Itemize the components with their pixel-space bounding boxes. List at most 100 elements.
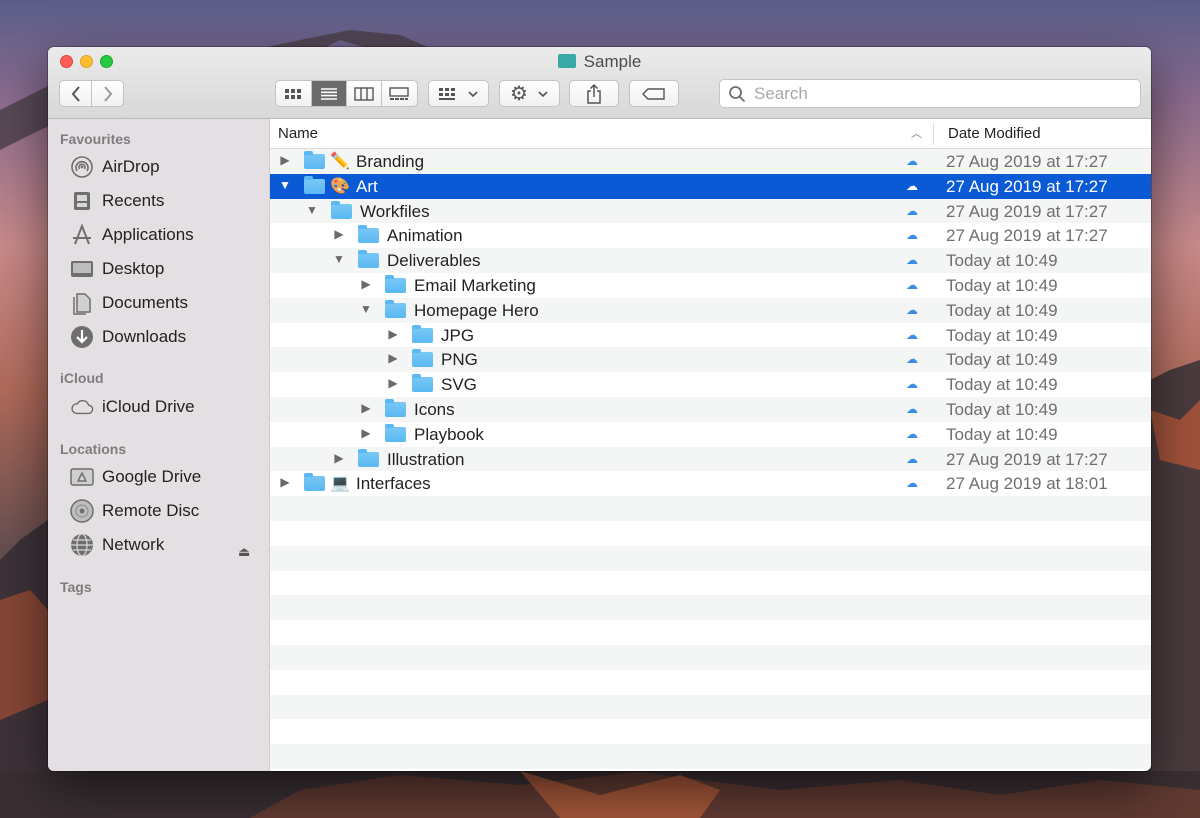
file-row[interactable]: ▶ Playbook ☁ Today at 10:49	[270, 421, 1151, 447]
date-modified: Today at 10:49	[946, 300, 1058, 320]
file-name: SVG	[441, 375, 477, 395]
sidebar-item-label: Network	[102, 535, 165, 554]
folder-icon	[385, 423, 406, 442]
sidebar-item-airdrop[interactable]: AirDrop	[70, 152, 265, 182]
folder-icon	[412, 374, 433, 393]
column-view-button[interactable]	[347, 81, 382, 106]
search-input[interactable]	[754, 83, 1134, 104]
sidebar-item-desktop[interactable]: Desktop	[70, 254, 265, 284]
share-button[interactable]	[569, 80, 619, 107]
file-name: Interfaces	[356, 474, 431, 494]
group-by-button[interactable]	[428, 80, 489, 107]
gallery-view-button[interactable]	[382, 81, 417, 106]
sidebar-header-favourites: Favourites	[60, 131, 131, 147]
icon-view-icon	[285, 88, 302, 99]
disclosure-expanded-icon[interactable]: ▼	[332, 252, 346, 266]
sidebar-item-documents[interactable]: Documents	[70, 288, 265, 318]
sidebar-item-remote-disc[interactable]: Remote Disc	[70, 496, 265, 526]
folder-icon	[304, 473, 325, 492]
back-button[interactable]	[60, 81, 92, 106]
sidebar-item-downloads[interactable]: Downloads	[70, 322, 265, 352]
sidebar-item-icloud-drive[interactable]: iCloud Drive	[70, 392, 265, 422]
disclosure-collapsed-icon[interactable]: ▶	[386, 327, 400, 341]
folder-icon	[331, 200, 352, 219]
icloud-status-icon: ☁	[906, 476, 918, 491]
disclosure-collapsed-icon[interactable]: ▶	[278, 153, 292, 167]
sidebar-item-label: iCloud Drive	[102, 397, 195, 416]
disclosure-collapsed-icon[interactable]: ▶	[278, 475, 292, 489]
empty-row	[270, 496, 1151, 521]
search-field[interactable]	[719, 79, 1141, 108]
downloads-icon	[70, 325, 94, 349]
recents-icon	[70, 189, 94, 213]
sidebar-header-tags: Tags	[60, 579, 92, 595]
date-modified: Today at 10:49	[946, 275, 1058, 295]
disclosure-expanded-icon[interactable]: ▼	[305, 203, 319, 217]
cloud-icon	[70, 395, 94, 419]
file-row[interactable]: ▶ SVG ☁ Today at 10:49	[270, 372, 1151, 397]
action-button[interactable]: ⚙	[499, 80, 560, 107]
forward-button[interactable]	[92, 81, 123, 106]
file-row[interactable]: ▶ JPG ☁ Today at 10:49	[270, 322, 1151, 348]
sidebar-item-network[interactable]: Network	[70, 530, 265, 560]
disclosure-collapsed-icon[interactable]: ▶	[386, 376, 400, 390]
finder-window: Sample ⚙ Search Favourites AirDrop Recen…	[48, 47, 1151, 771]
file-row[interactable]: ▼ 🎨 Art ☁ 27 Aug 2019 at 17:27	[270, 173, 1151, 199]
file-list: Name ︿ Date Modified ▶ ✏️ Branding ☁ 27 Aug …	[270, 119, 1151, 771]
sidebar-header-icloud: iCloud	[60, 370, 104, 386]
file-name: PNG	[441, 350, 478, 370]
list-view-icon	[320, 87, 337, 100]
file-row[interactable]: ▶ Illustration ☁ 27 Aug 2019 at 17:27	[270, 446, 1151, 472]
date-modified: Today at 10:49	[946, 375, 1058, 395]
icloud-status-icon: ☁	[906, 327, 918, 342]
group-icon	[439, 87, 455, 100]
column-header-date-modified[interactable]: Date Modified	[948, 125, 1041, 142]
sidebar-item-google-drive[interactable]: Google Drive	[70, 462, 265, 492]
disclosure-collapsed-icon[interactable]: ▶	[359, 426, 373, 440]
sidebar-item-label: Documents	[102, 293, 188, 312]
sidebar-item-recents[interactable]: Recents	[70, 186, 265, 216]
icon-view-button[interactable]	[276, 81, 312, 106]
file-name: Branding	[356, 152, 425, 171]
disclosure-expanded-icon[interactable]: ▼	[278, 178, 292, 192]
file-row[interactable]: ▼ Workfiles ☁ 27 Aug 2019 at 17:27	[270, 198, 1151, 224]
date-modified: Today at 10:49	[946, 399, 1058, 419]
folder-badge-icon: 🎨	[330, 177, 350, 195]
disclosure-collapsed-icon[interactable]: ▶	[359, 277, 373, 291]
folder-badge-icon: 💻	[330, 475, 350, 493]
window-title: Sample	[48, 52, 1151, 72]
list-view-button[interactable]	[311, 81, 347, 106]
disclosure-expanded-icon[interactable]: ▼	[359, 302, 373, 316]
date-modified: 27 Aug 2019 at 17:27	[946, 449, 1108, 469]
file-row[interactable]: ▶ 💻 Interfaces ☁ 27 Aug 2019 at 18:01	[270, 471, 1151, 497]
tags-button[interactable]	[629, 80, 679, 107]
disclosure-collapsed-icon[interactable]: ▶	[386, 351, 400, 365]
icloud-status-icon: ☁	[906, 377, 918, 392]
column-view-icon	[354, 86, 374, 101]
disclosure-collapsed-icon[interactable]: ▶	[332, 451, 346, 465]
sidebar-item-applications[interactable]: Applications	[70, 220, 265, 250]
file-row[interactable]: ▼ Deliverables ☁ Today at 10:49	[270, 248, 1151, 273]
file-row[interactable]: ▶ PNG ☁ Today at 10:49	[270, 347, 1151, 373]
sidebar-item-label: Downloads	[102, 327, 187, 346]
icloud-status-icon: ☁	[906, 228, 918, 243]
file-name: Deliverables	[387, 251, 481, 271]
column-header-name[interactable]: Name	[278, 125, 318, 142]
chevron-right-icon	[103, 85, 112, 102]
file-row[interactable]: ▶ Animation ☁ 27 Aug 2019 at 17:27	[270, 223, 1151, 249]
column-divider[interactable]	[933, 123, 934, 145]
sidebar-item-label: Desktop	[102, 259, 165, 278]
date-modified: 27 Aug 2019 at 17:27	[946, 176, 1108, 196]
gear-icon: ⚙	[510, 82, 528, 105]
file-row[interactable]: ▶ ✏️ Branding ☁ 27 Aug 2019 at 17:27	[270, 149, 1151, 174]
icloud-status-icon: ☁	[906, 277, 918, 292]
file-row[interactable]: ▶ Email Marketing ☁ Today at 10:49	[270, 272, 1151, 298]
file-row[interactable]: ▶ Icons ☁ Today at 10:49	[270, 396, 1151, 422]
sidebar-item-label: Google Drive	[102, 467, 202, 486]
icloud-status-icon: ☁	[906, 352, 918, 367]
file-row[interactable]: ▼ Homepage Hero ☁ Today at 10:49	[270, 297, 1151, 323]
disclosure-collapsed-icon[interactable]: ▶	[359, 401, 373, 415]
folder-icon	[358, 225, 379, 244]
disclosure-collapsed-icon[interactable]: ▶	[332, 227, 346, 241]
empty-row	[270, 669, 1151, 695]
